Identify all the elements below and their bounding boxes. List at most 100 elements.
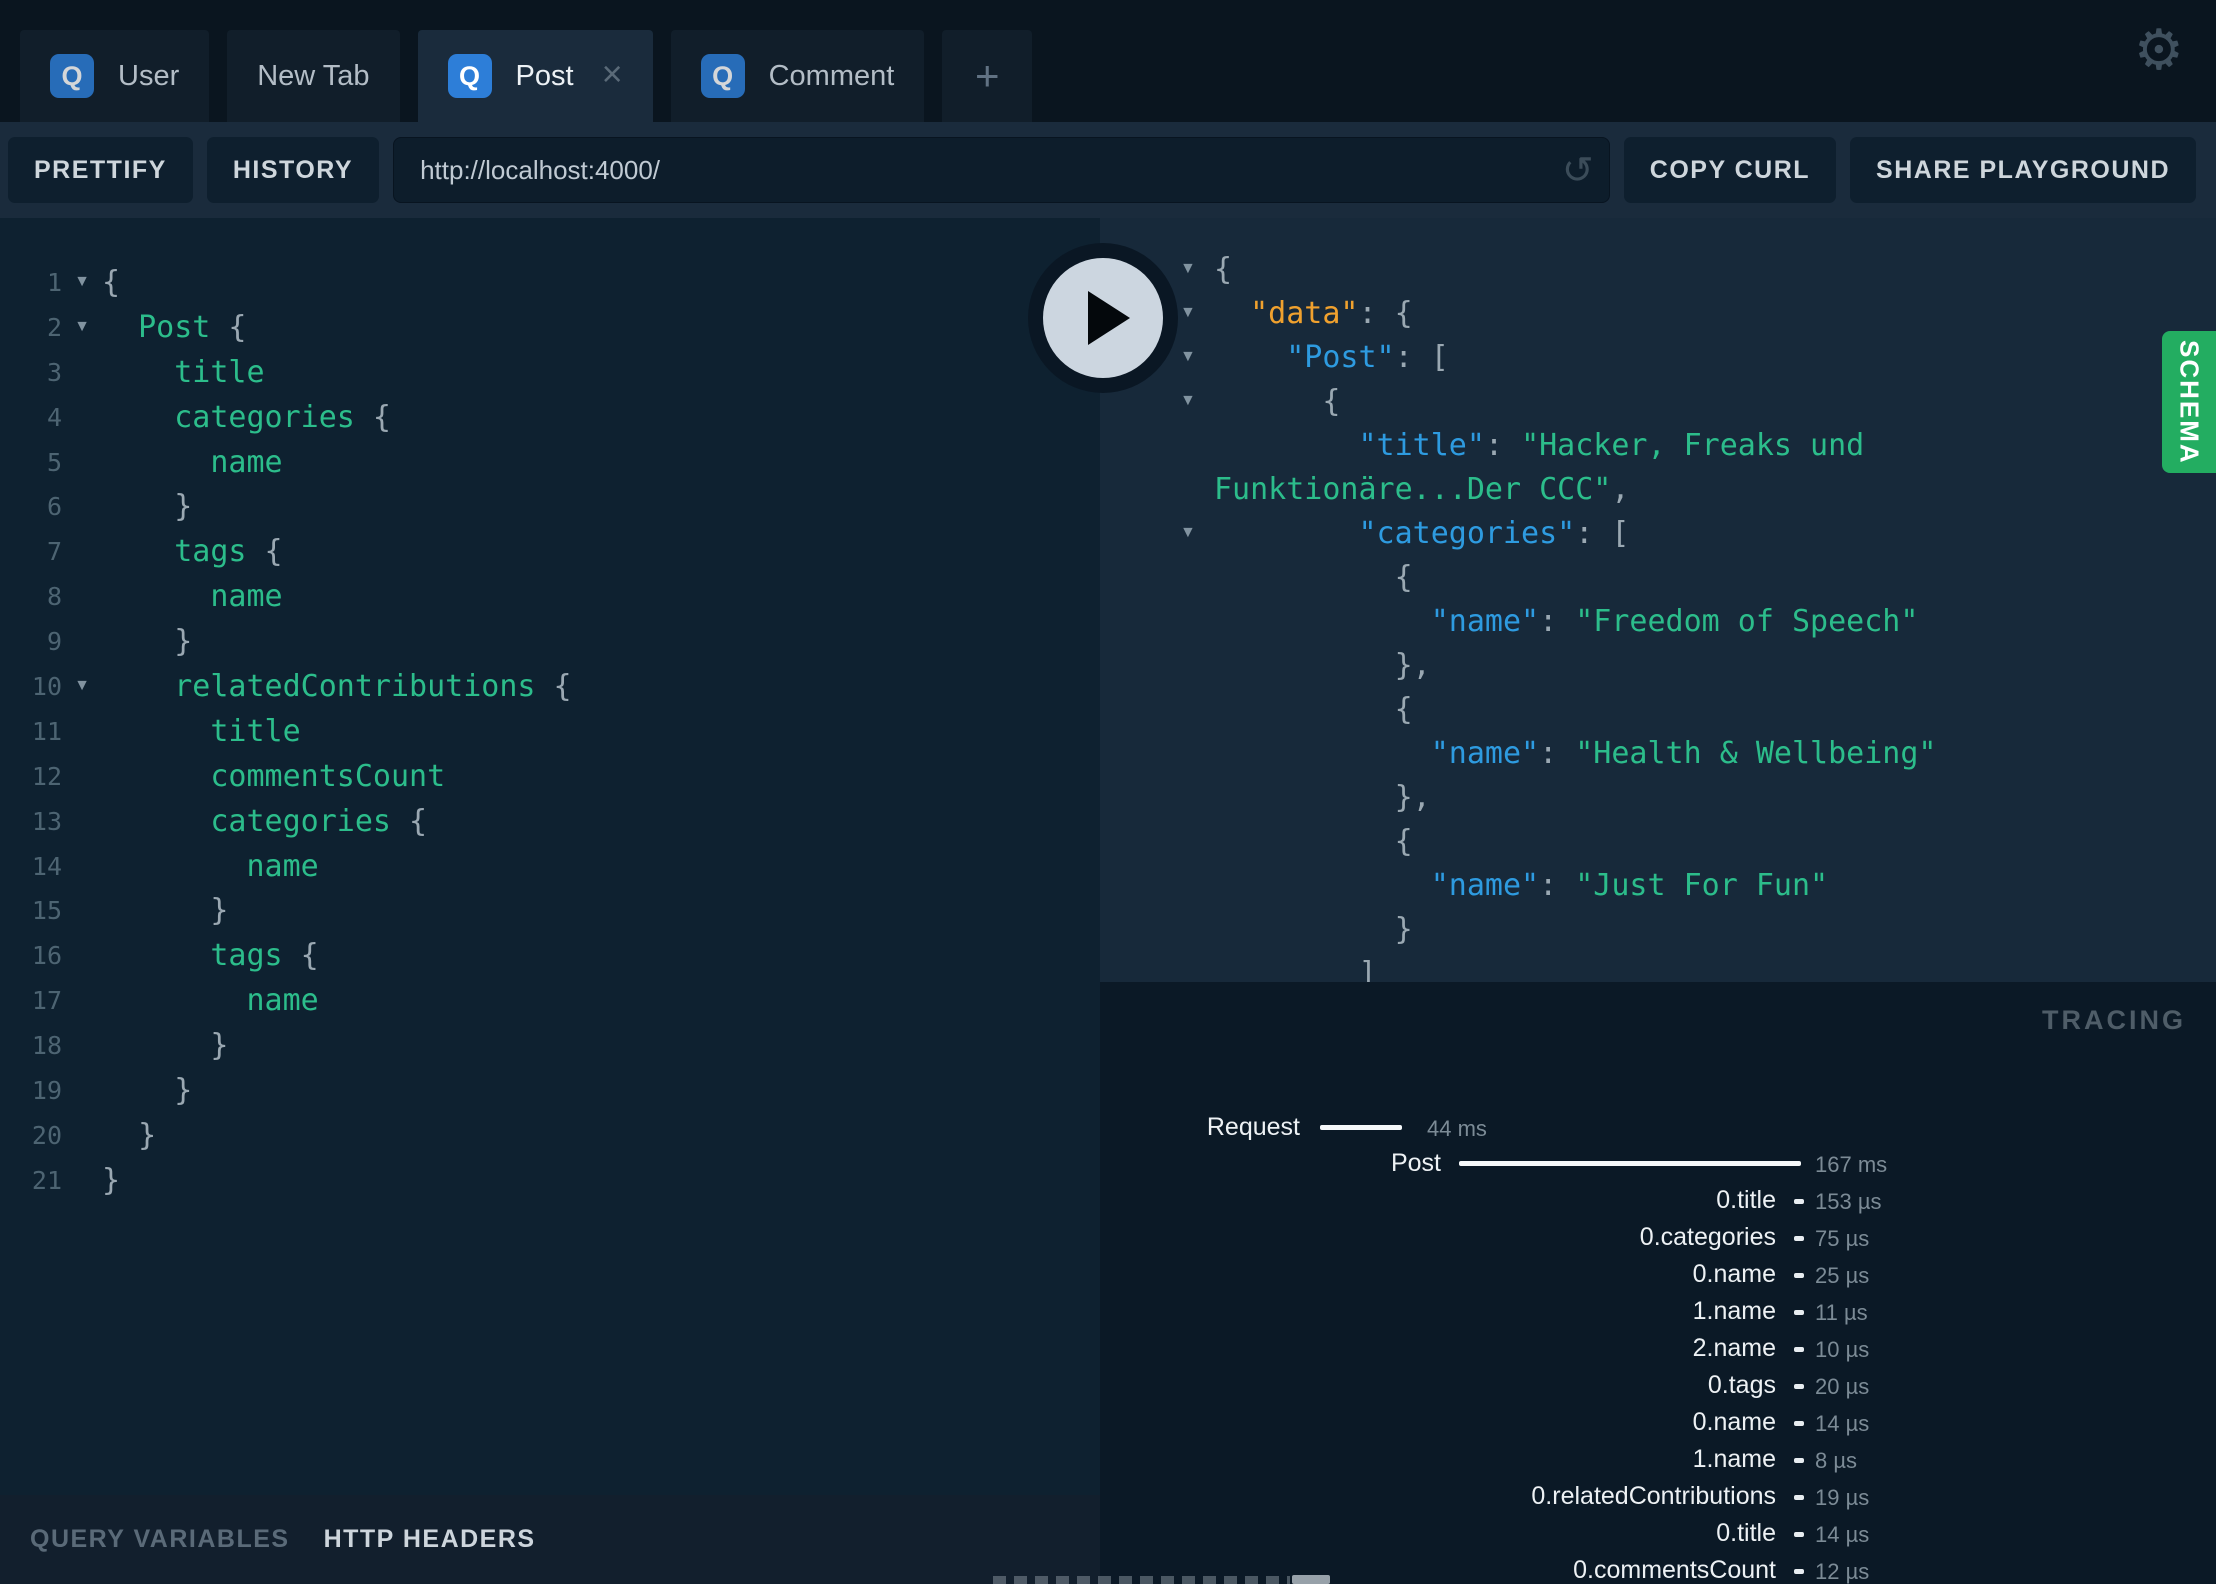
- line-number: 7: [46, 537, 62, 567]
- trace-field-row: 0.tags 20 µs: [1100, 1371, 2216, 1401]
- settings-gear-icon[interactable]: ⚙: [2134, 18, 2184, 83]
- tab-post[interactable]: Q Post ×: [417, 30, 653, 122]
- code-text: commentsCount: [210, 758, 446, 794]
- trace-field-duration: 11 µs: [1815, 1300, 1868, 1325]
- code-text: {: [1214, 251, 1233, 287]
- add-tab-button[interactable]: +: [942, 30, 1033, 122]
- line-number: 9: [46, 627, 62, 657]
- query-line: 11 title: [0, 709, 1100, 754]
- fold-arrow-icon[interactable]: ▼: [1180, 524, 1206, 542]
- trace-field-row: 1.name 8 µs: [1100, 1445, 2216, 1475]
- query-editor[interactable]: 1 ▼{2 ▼ Post {3 title 4 categories {5 name 6…: [0, 218, 1100, 1495]
- trace-span-bar: [1320, 1125, 1402, 1130]
- code-text: },: [1214, 647, 1431, 683]
- fold-arrow-icon[interactable]: ▼: [62, 318, 102, 336]
- trace-field-path: 0.relatedContributions: [1531, 1482, 1776, 1510]
- code-text: "name": "Health & Wellbeing": [1430, 735, 1937, 771]
- code-text: name: [210, 444, 283, 480]
- line-number: 21: [31, 1165, 62, 1195]
- code-text: }: [102, 489, 193, 525]
- code-text: Funktionäre...Der CCC",: [1214, 471, 1630, 507]
- line-number: 17: [31, 986, 62, 1016]
- query-line: 18 }: [0, 1023, 1100, 1068]
- trace-field-dash: [1794, 1384, 1804, 1389]
- code-text: ]: [1214, 955, 1377, 983]
- code-text: },: [1214, 779, 1431, 815]
- fold-arrow-icon[interactable]: ▼: [1180, 304, 1206, 322]
- reload-schema-icon[interactable]: ↺: [1562, 148, 1594, 192]
- query-line: 1 ▼{: [0, 260, 1100, 305]
- fold-arrow-icon[interactable]: ▼: [1180, 392, 1206, 410]
- trace-span-label: Post: [1390, 1149, 1441, 1177]
- trace-field-path: 0.name: [1692, 1260, 1776, 1288]
- close-tab-icon[interactable]: ×: [602, 56, 623, 92]
- query-line: 15 }: [0, 888, 1100, 933]
- line-number: 2: [46, 312, 62, 342]
- trace-field-path: 0.title: [1716, 1186, 1776, 1214]
- code-text: {: [1214, 691, 1413, 727]
- trace-field-dash: [1794, 1310, 1804, 1315]
- query-line: 17 name: [0, 978, 1100, 1023]
- response-line: "name": "Just For Fun": [1100, 863, 2216, 907]
- endpoint-url-input[interactable]: [393, 137, 1610, 203]
- trace-field-path: 0.name: [1692, 1408, 1776, 1436]
- query-variables-tab[interactable]: QUERY VARIABLES: [30, 1525, 290, 1554]
- tab-comment[interactable]: Q Comment: [670, 30, 925, 122]
- tracing-header-label: TRACING: [2042, 1005, 2186, 1035]
- trace-span-label: Request: [1206, 1113, 1300, 1141]
- response-line: ▼ {: [1100, 379, 2216, 423]
- fold-arrow-icon[interactable]: ▼: [62, 273, 102, 291]
- clipped-bottom-text-artifact: [993, 1576, 1290, 1584]
- query-line: 6 }: [0, 484, 1100, 529]
- query-line: 2 ▼ Post {: [0, 305, 1100, 350]
- trace-span-duration: 167 ms: [1815, 1152, 1888, 1177]
- line-number: 1: [46, 267, 62, 297]
- code-text: Post {: [138, 309, 247, 345]
- code-text: }: [102, 1117, 157, 1153]
- code-text: }: [102, 893, 229, 929]
- tracing-panel: Request 44 ms Post 167 ms 0.title 153 µs 0.cat…: [1100, 982, 2216, 1584]
- http-headers-tab[interactable]: HTTP HEADERS: [324, 1525, 536, 1554]
- trace-field-dash: [1794, 1347, 1804, 1352]
- line-number: 16: [31, 941, 62, 971]
- trace-field-dash: [1794, 1569, 1804, 1574]
- schema-side-tab[interactable]: SCHEMA: [2162, 331, 2216, 473]
- trace-field-dash: [1794, 1273, 1804, 1278]
- line-number: 12: [31, 761, 62, 791]
- code-text: }: [102, 1162, 121, 1198]
- trace-field-dash: [1794, 1495, 1804, 1500]
- code-text: name: [246, 848, 319, 884]
- tab-label: Post: [515, 59, 574, 92]
- response-line: ▼ "Post": [: [1100, 335, 2216, 379]
- trace-field-row: 2.name 10 µs: [1100, 1334, 2216, 1364]
- code-text: "title": "Hacker, Freaks und: [1358, 427, 1865, 463]
- query-line: 4 categories {: [0, 395, 1100, 440]
- fold-arrow-icon[interactable]: ▼: [62, 677, 102, 695]
- line-number: 15: [31, 896, 62, 926]
- trace-field-duration: 19 µs: [1815, 1485, 1870, 1510]
- toolbar: PRETTIFY HISTORY ↺ COPY CURL SHARE PLAYG…: [0, 122, 2216, 218]
- code-text: {: [1214, 383, 1341, 419]
- trace-field-row: 0.name 25 µs: [1100, 1260, 2216, 1290]
- tab-new-tab[interactable]: New Tab: [227, 30, 400, 122]
- history-button[interactable]: HISTORY: [206, 137, 380, 203]
- response-line: {: [1100, 555, 2216, 599]
- share-playground-button[interactable]: SHARE PLAYGROUND: [1850, 137, 2196, 203]
- fold-arrow-icon[interactable]: ▼: [1180, 348, 1206, 366]
- line-number: 8: [46, 582, 62, 612]
- code-text: {: [1214, 823, 1413, 859]
- fold-arrow-icon[interactable]: ▼: [1180, 260, 1206, 278]
- clipped-scrollbar-thumb: [1292, 1575, 1330, 1584]
- query-line: 21}: [0, 1158, 1100, 1203]
- query-line: 13 categories {: [0, 799, 1100, 844]
- query-badge-icon: Q: [447, 54, 492, 98]
- line-number: 14: [31, 851, 62, 881]
- trace-span-request: Request 44 ms: [1100, 1113, 2216, 1143]
- prettify-button[interactable]: PRETTIFY: [8, 137, 193, 203]
- execute-query-button[interactable]: [1028, 243, 1178, 393]
- copy-curl-button[interactable]: COPY CURL: [1623, 137, 1837, 203]
- trace-field-dash: [1794, 1199, 1804, 1204]
- code-text: }: [1214, 911, 1413, 947]
- response-viewer: ▼{▼ "data": {▼ "Post": [▼ { "title": "Ha…: [1100, 218, 2216, 982]
- tab-user[interactable]: Q User: [20, 30, 210, 122]
